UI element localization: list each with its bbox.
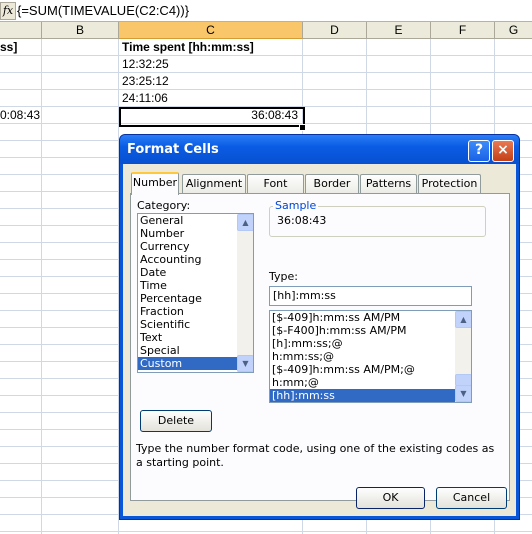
type-item[interactable]: h:mm;@ xyxy=(270,376,471,389)
sample-label: Sample xyxy=(273,199,319,212)
scroll-down-icon[interactable]: ▼ xyxy=(455,385,471,402)
tab-protection[interactable]: Protection xyxy=(418,174,481,193)
category-item-text[interactable]: Text xyxy=(138,331,253,344)
type-scrollbar[interactable]: ▲ ▼ xyxy=(455,311,471,402)
category-item-scientific[interactable]: Scientific xyxy=(138,318,253,331)
grid-line xyxy=(41,39,42,534)
column-header-c[interactable]: C xyxy=(119,22,303,39)
cell-c2[interactable]: 12:32:25 xyxy=(122,56,300,72)
column-header-b[interactable]: B xyxy=(42,22,119,39)
type-label: Type: xyxy=(269,270,298,283)
grid-line xyxy=(0,531,532,532)
formula-bar: fx {=SUM(TIMEVALUE(C2:C4))} xyxy=(0,0,532,22)
ok-button[interactable]: OK xyxy=(356,487,425,509)
category-item-currency[interactable]: Currency xyxy=(138,240,253,253)
category-item-percentage[interactable]: Percentage xyxy=(138,292,253,305)
type-item[interactable]: [$-409]h:mm:ss AM/PM xyxy=(270,311,471,324)
number-tab-panel: Category: General Number Currency Accoun… xyxy=(130,193,510,501)
formula-input[interactable]: {=SUM(TIMEVALUE(C2:C4))} xyxy=(17,2,189,19)
close-icon[interactable]: × xyxy=(492,140,514,162)
category-list[interactable]: General Number Currency Accounting Date … xyxy=(137,213,254,373)
category-item-custom[interactable]: Custom xyxy=(138,357,253,370)
column-header-f[interactable]: F xyxy=(431,22,495,39)
category-label: Category: xyxy=(137,199,191,212)
column-header-a[interactable] xyxy=(0,22,42,39)
category-item-date[interactable]: Date xyxy=(138,266,253,279)
scroll-down-icon[interactable]: ▼ xyxy=(237,355,253,372)
cell-c4[interactable]: 24:11:06 xyxy=(122,90,300,106)
cell-c1[interactable]: Time spent [hh:mm:ss] xyxy=(122,39,300,55)
type-item[interactable]: [h]:mm:ss;@ xyxy=(270,337,471,350)
category-item-general[interactable]: General xyxy=(138,214,253,227)
category-scrollbar[interactable]: ▲ ▼ xyxy=(237,214,253,372)
dialog-body: Number Alignment Font Border Patterns Pr… xyxy=(123,164,516,516)
category-item-number[interactable]: Number xyxy=(138,227,253,240)
tab-border[interactable]: Border xyxy=(305,174,359,193)
type-list[interactable]: [$-409]h:mm:ss AM/PM [$-F400]h:mm:ss AM/… xyxy=(269,310,472,403)
sample-value: 36:08:43 xyxy=(277,214,327,227)
tab-alignment[interactable]: Alignment xyxy=(182,174,246,193)
scroll-up-icon[interactable]: ▲ xyxy=(237,214,253,231)
tab-font[interactable]: Font xyxy=(247,174,304,193)
cell-c3[interactable]: 23:25:12 xyxy=(122,73,300,89)
delete-button[interactable]: Delete xyxy=(140,410,212,432)
type-item-selected[interactable]: [hh]:mm:ss xyxy=(270,389,471,402)
tab-number[interactable]: Number xyxy=(131,172,179,195)
category-item-fraction[interactable]: Fraction xyxy=(138,305,253,318)
scroll-up-icon[interactable]: ▲ xyxy=(455,311,471,328)
column-header-e[interactable]: E xyxy=(367,22,431,39)
cell-a1[interactable]: ss] xyxy=(0,39,40,55)
hint-text: Type the number format code, using one o… xyxy=(136,442,495,469)
help-icon[interactable]: ? xyxy=(468,140,490,162)
format-cells-dialog: Format Cells ? × Number Alignment Font B… xyxy=(119,134,520,520)
fill-handle[interactable] xyxy=(299,124,306,131)
category-item-time[interactable]: Time xyxy=(138,279,253,292)
cancel-button[interactable]: Cancel xyxy=(436,487,507,509)
column-header-d[interactable]: D xyxy=(303,22,367,39)
type-input[interactable]: [hh]:mm:ss xyxy=(269,286,472,306)
column-headers: B C D E F G xyxy=(0,22,532,39)
column-header-g[interactable]: G xyxy=(495,22,532,39)
tab-patterns[interactable]: Patterns xyxy=(360,174,417,193)
category-item-accounting[interactable]: Accounting xyxy=(138,253,253,266)
fx-icon[interactable]: fx xyxy=(0,2,16,20)
type-item[interactable]: [$-F400]h:mm:ss AM/PM xyxy=(270,324,471,337)
type-item[interactable]: h:mm:ss;@ xyxy=(270,350,471,363)
dialog-title: Format Cells xyxy=(127,142,219,157)
active-cell-border xyxy=(119,107,305,127)
type-item[interactable]: [$-409]h:mm:ss AM/PM;@ xyxy=(270,363,471,376)
category-item-special[interactable]: Special xyxy=(138,344,253,357)
dialog-titlebar[interactable]: Format Cells ? × xyxy=(120,135,519,164)
cell-a5[interactable]: 0:08:43 xyxy=(0,107,40,123)
